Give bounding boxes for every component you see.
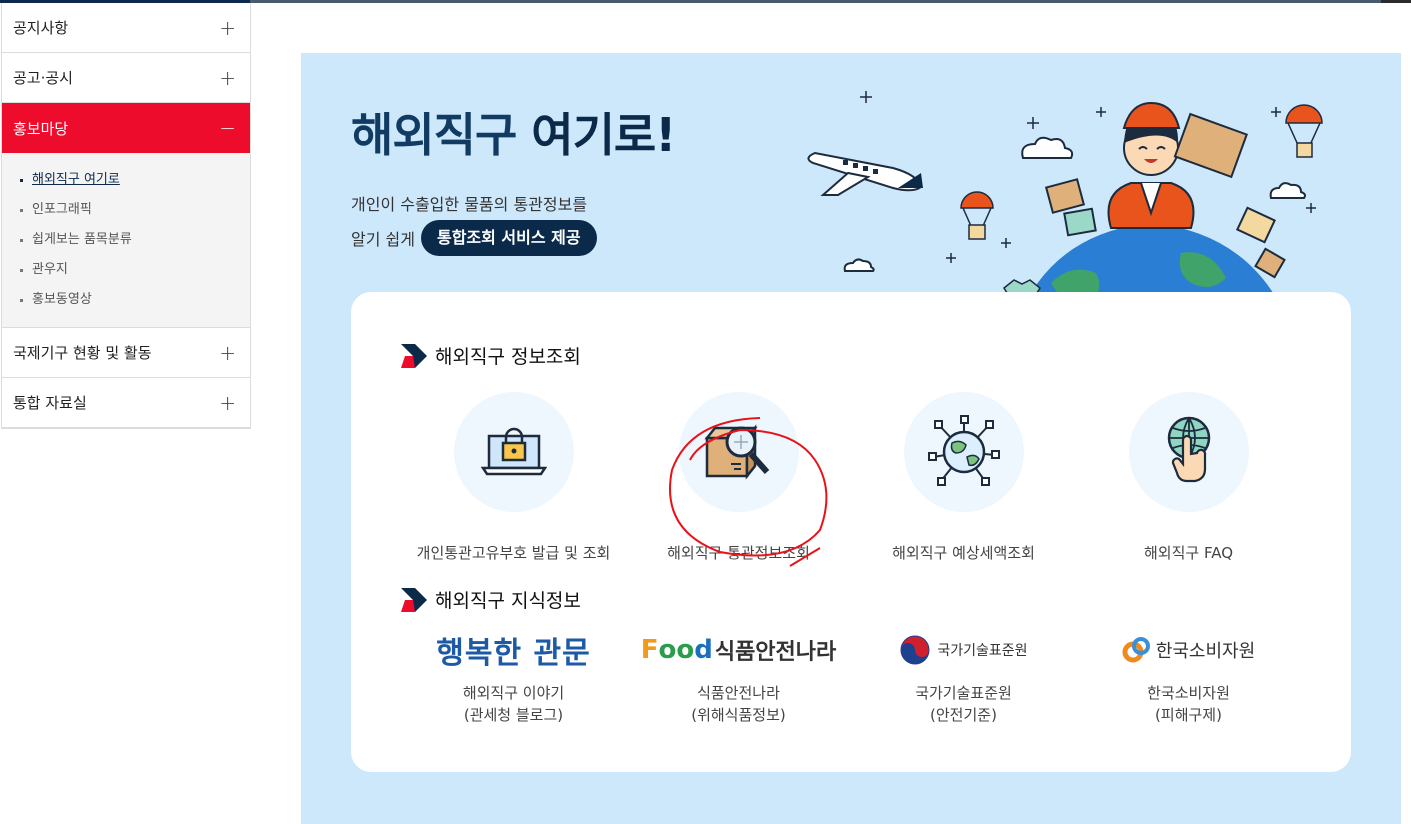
section-title-knowledge: 해외직구 지식정보 bbox=[401, 586, 581, 613]
courier-character-icon bbox=[1107, 101, 1195, 229]
main-panel: 해외직구 여기로! 개인이 수출입한 물품의 통관정보를 알기 쉽게 통합조회 … bbox=[301, 53, 1401, 824]
hero-illustration bbox=[807, 91, 1323, 323]
taegeuk-icon bbox=[900, 635, 930, 665]
sidebar: 공지사항 + 공고·공시 + 홍보마당 − 해외직구 여기로 인포그래픽 쉽게보… bbox=[1, 3, 251, 429]
expand-icon[interactable]: + bbox=[219, 343, 236, 363]
service-list: 개인통관고유부호 발급 및 조회 해외직구 통관정보조회 해외직구 예상세액조회… bbox=[401, 392, 1301, 563]
sidebar-item-international[interactable]: 국제기구 현황 및 활동 + bbox=[2, 328, 250, 378]
knowledge-caption[interactable]: 국가기술표준원 (안전기준) bbox=[915, 682, 1012, 726]
collapse-icon[interactable]: − bbox=[219, 118, 236, 138]
chevron-right-icon bbox=[401, 587, 427, 612]
knowledge-food-safety[interactable]: Foo d 식품안전나라 식품안전나라 (위해식품정보) bbox=[626, 630, 851, 726]
knowledge-caption[interactable]: 한국소비자원 (피해구제) bbox=[1147, 682, 1230, 726]
expand-icon[interactable]: + bbox=[219, 68, 236, 88]
hero-desc-text: 알기 쉽게 bbox=[351, 230, 415, 249]
title-normal: 해외직구 bbox=[351, 108, 532, 162]
service-faq[interactable]: 해외직구 FAQ bbox=[1076, 392, 1301, 563]
hero-description-line2: 알기 쉽게 통합조회 서비스 제공 bbox=[351, 220, 597, 256]
kca-symbol-icon bbox=[1122, 637, 1150, 663]
sidebar-item-label: 공고·공시 bbox=[13, 69, 73, 87]
title-bold: 여기로! bbox=[531, 108, 676, 162]
service-customs-info-lookup[interactable]: 해외직구 통관정보조회 bbox=[626, 392, 851, 563]
knowledge-customs-blog[interactable]: 행복한 관문 해외직구 이야기 (관세청 블로그) bbox=[401, 630, 626, 726]
laptop-lock-icon[interactable] bbox=[453, 392, 574, 512]
expand-icon[interactable]: + bbox=[219, 393, 236, 413]
submenu-item-gwanuji[interactable]: 관우지 bbox=[20, 255, 250, 285]
service-label[interactable]: 해외직구 통관정보조회 bbox=[667, 542, 810, 563]
knowledge-caption[interactable]: 해외직구 이야기 (관세청 블로그) bbox=[463, 682, 564, 726]
service-label[interactable]: 해외직구 FAQ bbox=[1144, 542, 1233, 563]
submenu-item-infographic[interactable]: 인포그래픽 bbox=[20, 195, 250, 225]
kats-logo[interactable]: 국가기술표준원 bbox=[899, 630, 1028, 670]
knowledge-kca[interactable]: 한국소비자원 한국소비자원 (피해구제) bbox=[1076, 630, 1301, 726]
sidebar-item-announcement[interactable]: 공고·공시 + bbox=[2, 53, 250, 103]
page-title: 해외직구 여기로! bbox=[351, 99, 676, 165]
expand-icon[interactable]: + bbox=[219, 18, 236, 38]
chevron-right-icon bbox=[401, 343, 427, 368]
sidebar-item-label: 공지사항 bbox=[13, 19, 69, 37]
section-title-text: 해외직구 정보조회 bbox=[435, 346, 581, 368]
service-badge: 통합조회 서비스 제공 bbox=[420, 220, 597, 256]
section-title-info: 해외직구 정보조회 bbox=[401, 342, 581, 369]
box-magnifier-icon[interactable] bbox=[678, 392, 799, 512]
service-card: 해외직구 정보조회 개인통관고유부호 발급 및 조회 해외직구 통관정보조회 해… bbox=[351, 292, 1351, 772]
food-safety-logo[interactable]: Foo d 식품안전나라 bbox=[641, 630, 837, 670]
service-estimated-tax[interactable]: 해외직구 예상세액조회 bbox=[851, 392, 1076, 563]
customs-blog-logo[interactable]: 행복한 관문 bbox=[436, 630, 590, 671]
knowledge-caption[interactable]: 식품안전나라 (위해식품정보) bbox=[691, 682, 786, 726]
knowledge-kats[interactable]: 국가기술표준원 국가기술표준원 (안전기준) bbox=[851, 630, 1076, 726]
sidebar-item-label: 국제기구 현황 및 활동 bbox=[13, 344, 152, 362]
service-label[interactable]: 개인통관고유부호 발급 및 조회 bbox=[417, 542, 611, 563]
globe-hand-icon[interactable] bbox=[1128, 392, 1249, 512]
sidebar-item-label: 홍보마당 bbox=[13, 119, 69, 138]
sidebar-item-promotion[interactable]: 홍보마당 − bbox=[2, 103, 250, 153]
airplane-icon bbox=[807, 151, 923, 196]
hero-description-line1: 개인이 수출입한 물품의 통관정보를 bbox=[351, 195, 588, 214]
sidebar-item-notice[interactable]: 공지사항 + bbox=[2, 3, 250, 53]
submenu-item-item-classification[interactable]: 쉽게보는 품목분류 bbox=[20, 225, 250, 255]
section-title-text: 해외직구 지식정보 bbox=[435, 590, 581, 612]
knowledge-list: 행복한 관문 해외직구 이야기 (관세청 블로그) Foo d 식품안전나라 식품안… bbox=[401, 630, 1301, 726]
submenu-item-overseas-purchase[interactable]: 해외직구 여기로 bbox=[20, 165, 250, 195]
service-personal-customs-code[interactable]: 개인통관고유부호 발급 및 조회 bbox=[401, 392, 626, 563]
kca-logo[interactable]: 한국소비자원 bbox=[1122, 630, 1255, 670]
submenu-item-promo-video[interactable]: 홍보동영상 bbox=[20, 285, 250, 315]
globe-network-icon[interactable] bbox=[903, 392, 1024, 512]
service-label[interactable]: 해외직구 예상세액조회 bbox=[892, 542, 1035, 563]
sidebar-item-archive[interactable]: 통합 자료실 + bbox=[2, 378, 250, 428]
sidebar-item-label: 통합 자료실 bbox=[13, 394, 87, 412]
sidebar-submenu: 해외직구 여기로 인포그래픽 쉽게보는 품목분류 관우지 홍보동영상 bbox=[2, 153, 250, 328]
